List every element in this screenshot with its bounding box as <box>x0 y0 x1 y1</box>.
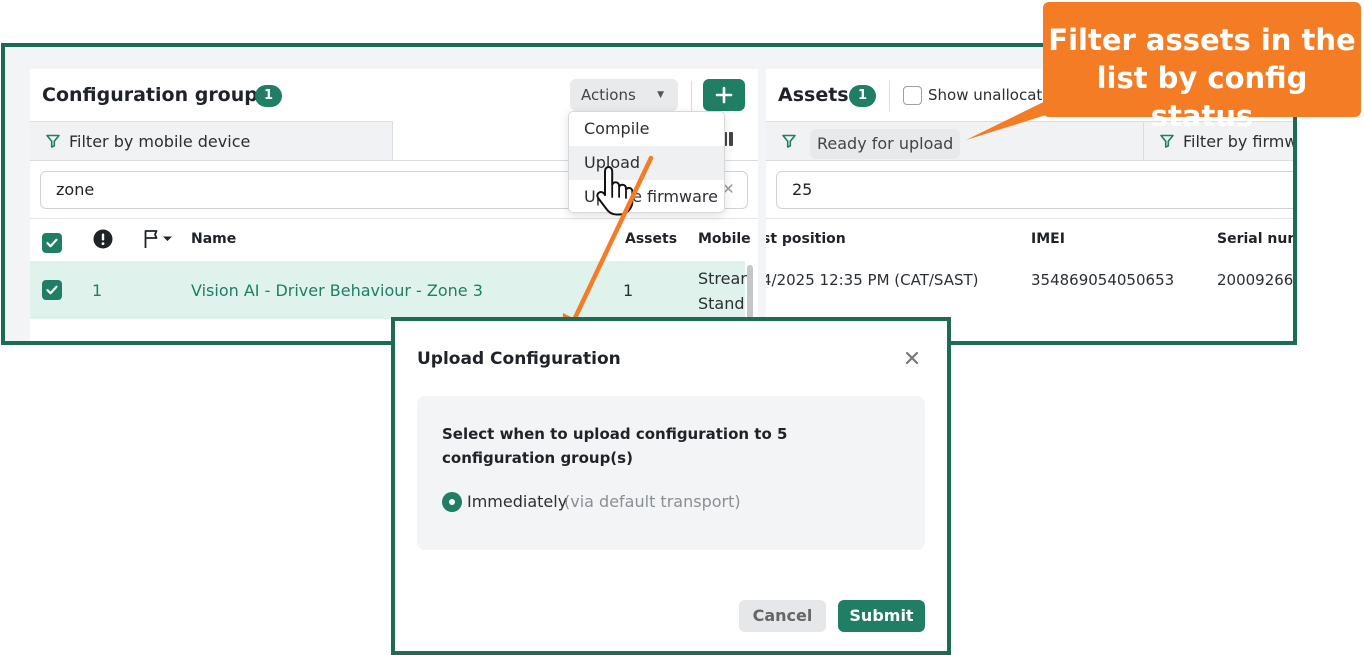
assets-toolbar-divider <box>889 81 890 111</box>
immediately-radio-label[interactable]: Immediately <box>467 492 567 511</box>
status-filter-chip[interactable]: Ready for upload <box>810 129 961 159</box>
select-all-checkbox[interactable] <box>42 233 62 253</box>
column-header-last-position[interactable]: st position <box>766 231 846 247</box>
row-name-link[interactable]: Vision AI - Driver Behaviour - Zone 3 <box>191 281 483 300</box>
header-divider <box>30 218 758 219</box>
exclamation-circle-icon[interactable] <box>93 229 113 249</box>
menu-item-upload[interactable]: Upload <box>569 146 724 180</box>
flag-dropdown-icon[interactable] <box>143 229 177 249</box>
actions-button[interactable]: Actions ▼ <box>570 79 678 111</box>
asset-serial: 20009266 <box>1217 271 1294 289</box>
assets-count-badge: 1 <box>849 85 876 107</box>
row-mobile-line2: Stand <box>698 294 745 313</box>
plus-icon <box>715 86 733 104</box>
immediately-radio[interactable] <box>442 492 462 512</box>
assets-title: Assets <box>778 84 849 106</box>
row-checkbox[interactable] <box>42 280 62 300</box>
configuration-groups-count-badge: 1 <box>255 85 282 107</box>
actions-button-label: Actions <box>581 86 636 104</box>
callout-line1: Filter assets in the <box>1048 23 1356 57</box>
assets-header-divider <box>766 218 1293 219</box>
close-icon[interactable] <box>905 351 919 365</box>
mobile-device-filter[interactable]: Filter by mobile device <box>30 121 393 161</box>
upload-configuration-dialog: Upload Configuration Select when to uplo… <box>391 317 951 655</box>
column-header-name[interactable]: Name <box>191 231 236 247</box>
callout-line2: list by config status <box>1096 61 1308 133</box>
mobile-device-filter-label: Filter by mobile device <box>69 132 251 151</box>
column-header-serial[interactable]: Serial num <box>1217 231 1293 247</box>
caret-down-icon: ▼ <box>657 90 664 100</box>
menu-item-compile[interactable]: Compile <box>569 112 724 146</box>
table-scrollbar[interactable] <box>747 265 753 325</box>
dialog-body: Select when to upload configuration to 5… <box>417 396 925 550</box>
asset-imei: 354869054050653 <box>1031 271 1175 289</box>
show-unallocated-label[interactable]: Show unallocated <box>928 86 1061 104</box>
funnel-icon <box>46 134 60 148</box>
column-header-mobile[interactable]: Mobile <box>698 231 751 247</box>
checkmark-icon <box>46 238 58 248</box>
funnel-icon <box>1160 134 1174 148</box>
asset-last-position: 4/2025 12:35 PM (CAT/SAST) <box>766 271 979 289</box>
show-unallocated-checkbox[interactable] <box>903 86 922 105</box>
assets-search-input[interactable]: 25 <box>776 171 1293 209</box>
actions-dropdown-menu: Compile Upload Update firmware <box>568 111 725 213</box>
filter-callout: Filter assets in the list by config stat… <box>1043 2 1361 133</box>
row-index: 1 <box>92 281 103 300</box>
checkmark-icon <box>46 285 58 295</box>
row-assets-count: 1 <box>623 281 634 300</box>
dialog-prompt: Select when to upload configuration to 5… <box>442 425 788 467</box>
column-header-imei[interactable]: IMEI <box>1031 231 1065 247</box>
menu-item-update-firmware[interactable]: Update firmware <box>569 180 724 212</box>
column-header-assets[interactable]: Assets <box>625 231 677 247</box>
funnel-icon <box>782 134 796 148</box>
configuration-groups-title: Configuration groups <box>42 84 270 106</box>
row-mobile-line1: Strear <box>698 269 747 288</box>
hand-pointer-icon <box>596 166 634 216</box>
immediately-radio-sublabel: (via default transport) <box>564 492 741 511</box>
submit-button[interactable]: Submit <box>838 600 925 632</box>
dialog-title: Upload Configuration <box>417 349 621 369</box>
toolbar-divider <box>691 81 692 111</box>
add-configuration-group-button[interactable] <box>703 79 745 111</box>
cancel-button[interactable]: Cancel <box>739 600 826 632</box>
